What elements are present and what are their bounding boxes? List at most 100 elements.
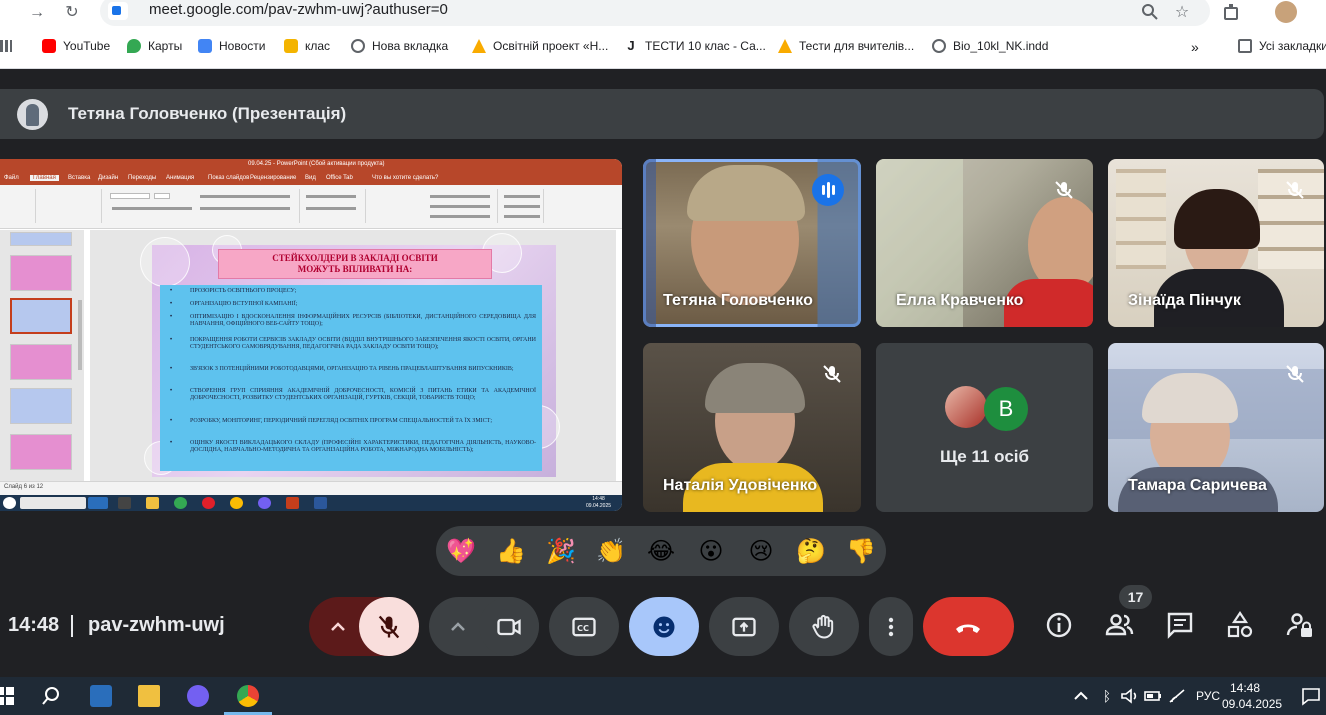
info-icon[interactable]: [1044, 610, 1074, 640]
participant-tile[interactable]: Елла Кравченко: [876, 159, 1093, 327]
all-bookmarks[interactable]: Усі закладки: [1238, 39, 1326, 53]
more-options-button[interactable]: [869, 597, 913, 656]
camera-button[interactable]: [479, 597, 539, 656]
bookmark-tests-10[interactable]: J ТЕСТИ 10 клас - Са...: [624, 39, 766, 53]
activities-icon[interactable]: [1225, 610, 1255, 640]
chat-icon[interactable]: [1165, 610, 1195, 640]
shared-windows-taskbar: 14:48 09.04.2025: [0, 495, 622, 511]
slide-thumbnail-selected[interactable]: [10, 298, 72, 334]
bookmark-star-icon[interactable]: ☆: [1171, 2, 1193, 24]
wifi-icon[interactable]: [1166, 685, 1188, 707]
bookmark-project[interactable]: Освітній проект «Н...: [472, 39, 608, 53]
slide-thumbnail[interactable]: [10, 232, 72, 246]
avatar: B: [984, 387, 1028, 431]
chevron-up-icon[interactable]: [448, 617, 468, 637]
bookmark-class[interactable]: клас: [284, 39, 330, 53]
participant-tile[interactable]: Наталія Удовіченко: [643, 343, 861, 512]
battery-icon[interactable]: [1142, 685, 1164, 707]
chrome-icon[interactable]: [237, 685, 259, 707]
slide-bullet: ЗВ'ЯЗОК З ПОТЕНЦІЙНИМИ РОБОТОДАВЦЯМИ, ОР…: [190, 366, 514, 372]
captions-button[interactable]: CC: [549, 597, 619, 656]
bookmark-news[interactable]: Новости: [198, 39, 265, 53]
bookmark-teacher-tests[interactable]: Тести для вчителів...: [778, 39, 914, 53]
slide-counter: Слайд 6 из 12: [4, 484, 44, 490]
bookmark-maps[interactable]: Карты: [127, 39, 182, 53]
emoji-button[interactable]: [629, 597, 699, 656]
windows-start-icon[interactable]: [0, 685, 16, 707]
site-info-icon[interactable]: [108, 2, 128, 20]
mic-button[interactable]: [359, 597, 419, 656]
system-clock[interactable]: 14:48 09.04.2025: [1222, 680, 1282, 712]
ppt-tab: Переходы: [128, 175, 157, 181]
leave-call-button[interactable]: [923, 597, 1014, 656]
slide-heading-line: СТЕЙКХОЛДЕРИ В ЗАКЛАДІ ОСВІТИ: [272, 253, 438, 263]
mic-off-icon: [823, 365, 841, 383]
reaction-heart[interactable]: 💖: [444, 534, 478, 568]
speaking-indicator-icon: [812, 174, 844, 206]
participant-tile[interactable]: Зінаїда Пінчук: [1108, 159, 1324, 327]
system-time: 14:48: [1229, 681, 1261, 695]
ppt-tab: Файл: [4, 175, 19, 181]
bookmark-new-tab[interactable]: Нова вкладка: [351, 39, 448, 53]
reaction-surprise[interactable]: 😮: [694, 534, 728, 568]
extensions-icon[interactable]: [1223, 3, 1241, 21]
presenter-banner: Тетяна Головченко (Презентація): [0, 89, 1324, 139]
reaction-thumbs-down[interactable]: 👎: [844, 534, 878, 568]
address-bar[interactable]: meet.google.com/pav-zwhm-uwj?authuser=0: [100, 0, 1210, 26]
reaction-thumbs-up[interactable]: 👍: [494, 534, 528, 568]
slide-thumbnail[interactable]: [10, 388, 72, 424]
apps-grid-icon[interactable]: [0, 40, 12, 52]
chevron-up-icon[interactable]: [1070, 685, 1092, 707]
captions-icon: CC: [572, 617, 596, 637]
participant-tile[interactable]: Тамара Саричева: [1108, 343, 1324, 512]
slide-thumbnail[interactable]: [10, 344, 72, 380]
thumbnail-scrollbar[interactable]: [78, 300, 82, 370]
reaction-clap[interactable]: 👏: [594, 534, 628, 568]
slide-thumbnail[interactable]: [10, 255, 72, 291]
bookmark-bio[interactable]: Bio_10kl_NK.indd: [932, 39, 1048, 53]
notifications-icon[interactable]: [1300, 685, 1322, 707]
slide-thumbnail[interactable]: [10, 434, 72, 470]
bookmark-youtube[interactable]: YouTube: [42, 39, 110, 53]
chevron-up-icon[interactable]: [328, 617, 348, 637]
bookmark-label: Усі закладки: [1259, 39, 1326, 53]
people-icon[interactable]: [1104, 610, 1134, 640]
forward-icon[interactable]: →: [26, 2, 48, 24]
zoom-icon[interactable]: [1141, 3, 1159, 21]
meeting-code: pav-zwhm-uwj: [88, 614, 225, 636]
reaction-thinking[interactable]: 🤔: [794, 534, 828, 568]
chrome-icon: [174, 497, 187, 509]
reload-icon[interactable]: ↻: [61, 2, 83, 24]
reaction-sad[interactable]: 😢: [744, 534, 778, 568]
camera-icon: [497, 618, 521, 636]
windows-taskbar: ᛒ РУС 14:48 09.04.2025: [0, 677, 1326, 715]
divider: [71, 615, 73, 637]
viber-icon[interactable]: [187, 685, 209, 707]
raise-hand-button[interactable]: [789, 597, 859, 656]
more-participants-tile[interactable]: B Ще 11 осіб: [876, 343, 1093, 512]
present-screen-icon: [732, 617, 756, 637]
search-icon[interactable]: [40, 685, 62, 707]
bookmark-label: Тести для вчителів...: [799, 39, 915, 53]
present-button[interactable]: [709, 597, 779, 656]
reaction-laugh[interactable]: 😂: [644, 534, 678, 568]
inner-clock-time: 14:48: [592, 496, 605, 502]
more-bookmarks-chevron-icon[interactable]: »: [1191, 39, 1199, 55]
more-participants-label: Ще 11 осіб: [939, 447, 1030, 466]
language-indicator[interactable]: РУС: [1196, 689, 1220, 703]
viber-icon: [258, 497, 271, 509]
bluetooth-icon[interactable]: ᛒ: [1096, 685, 1118, 707]
hand-icon: [812, 615, 834, 639]
camera-control-group: [429, 597, 539, 656]
svg-text:CC: CC: [577, 623, 589, 633]
profile-avatar[interactable]: [1275, 1, 1297, 23]
host-controls-lock-icon[interactable]: [1285, 610, 1315, 640]
volume-icon[interactable]: [1118, 685, 1140, 707]
app-icon[interactable]: [90, 685, 112, 707]
youtube-icon: [42, 39, 56, 53]
file-explorer-icon[interactable]: [138, 685, 160, 707]
opera-icon: [202, 497, 215, 509]
ppt-title-bar: 09.04.25 - PowerPoint (Сбой активации пр…: [0, 159, 622, 173]
reaction-party[interactable]: 🎉: [544, 534, 578, 568]
slide-bullet: ПРОЗОРІСТЬ ОСВІТНЬОГО ПРОЦЕСУ;: [190, 288, 297, 294]
